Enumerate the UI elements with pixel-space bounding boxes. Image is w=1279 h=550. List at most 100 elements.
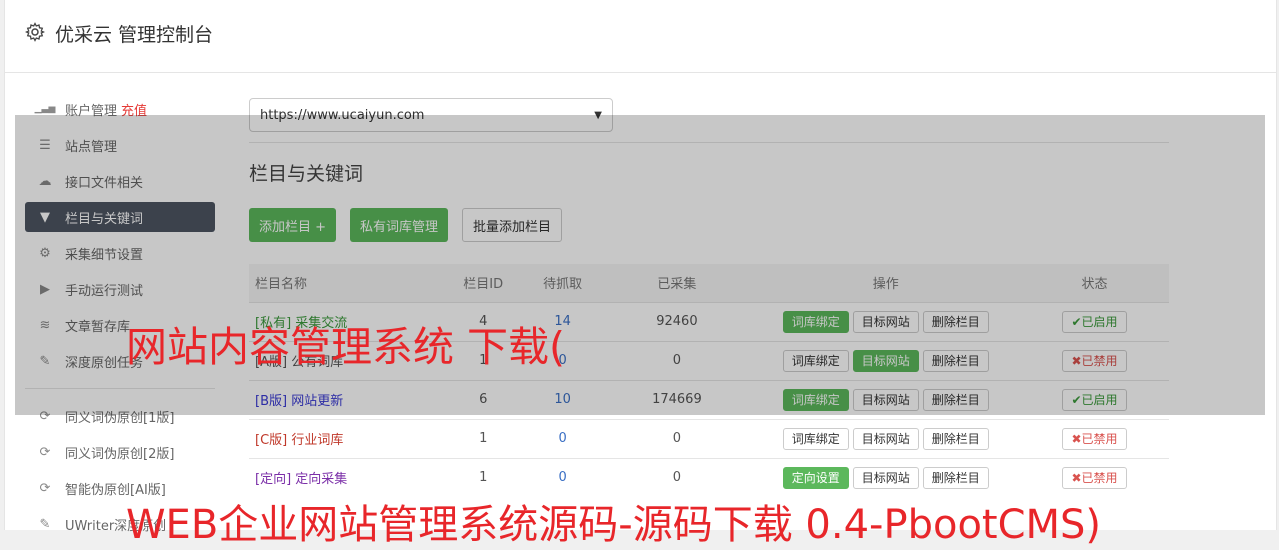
delete-column-button[interactable]: 删除栏目 <box>922 466 989 489</box>
sidebar-item-label: 文章暂存库 <box>65 319 131 335</box>
collected-count: 0 <box>672 431 682 446</box>
server-icon: ☰ <box>39 137 51 153</box>
sidebar-item-label: 站点管理 <box>65 139 118 155</box>
cogs-icon: ⚙ <box>39 245 51 261</box>
sidebar-item[interactable]: ▼ 栏目与关键词 <box>25 202 215 232</box>
col-header-status: 状态 <box>1081 277 1108 293</box>
sidebar-divider <box>25 388 215 389</box>
column-id: 6 <box>479 392 488 407</box>
gear-icon <box>25 22 45 42</box>
columns-table: 栏目名称 栏目ID 待抓取 已采集 操作 状态 [私有] 采集交流 4 14 9… <box>249 264 1169 497</box>
site-select[interactable]: https://www.ucaiyun.com ▼ <box>249 98 613 132</box>
table-row: [C版] 行业词库 1 0 0 词库绑定 目标网站 删除栏目 ✖已禁用 <box>249 419 1169 458</box>
private-lexicon-button[interactable]: 私有词库管理 <box>350 208 449 242</box>
refresh-icon: ⟳ <box>39 444 51 460</box>
divider <box>249 142 1169 143</box>
status-cell: ✔已启用 <box>1020 302 1169 341</box>
column-id: 1 <box>479 431 488 446</box>
watermark-text: 网站内容管理系统 下载( <box>126 323 566 371</box>
col-header-collected: 已采集 <box>657 277 697 293</box>
status-cell: ✔已启用 <box>1020 380 1169 419</box>
site-select-value: https://www.ucaiyun.com <box>260 107 425 123</box>
database-icon: ≋ <box>39 317 51 333</box>
target-site-button[interactable]: 目标网站 <box>852 349 919 372</box>
column-name[interactable]: 定向采集 <box>295 472 347 487</box>
ops-cell: 词库绑定 目标网站 删除栏目 <box>751 419 1020 458</box>
status-cell: ✖已禁用 <box>1020 341 1169 380</box>
sidebar-item[interactable]: ☰ 站点管理 <box>25 130 215 160</box>
console-frame: 优采云 管理控制台 ▁▃▅ 账户管理 充值 ☰ 站点管理 ☁ 接口文件相关 ▼ 栏目与关键词 ⚙ 采… <box>4 0 1277 534</box>
sidebar-item[interactable]: ⚙ 采集细节设置 <box>25 238 215 268</box>
ops-cell: 词库绑定 目标网站 删除栏目 <box>751 302 1020 341</box>
filter-icon: ▼ <box>40 209 50 225</box>
sidebar-item[interactable]: ⟳ 同义词伪原创[2版] <box>25 437 215 467</box>
col-header-ops: 操作 <box>872 277 899 293</box>
sidebar-item[interactable]: ▶ 手动运行测试 <box>25 274 215 304</box>
lexicon-bind-button[interactable]: 词库绑定 <box>782 349 849 372</box>
table-row: [B版] 网站更新 6 10 174669 词库绑定 目标网站 删除栏目 ✔已启… <box>249 380 1169 419</box>
ops-cell: 词库绑定 目标网站 删除栏目 <box>751 341 1020 380</box>
section-title: 栏目与关键词 <box>249 163 364 185</box>
header: 优采云 管理控制台 <box>5 0 1276 73</box>
collected-count: 174669 <box>652 392 702 407</box>
target-site-button[interactable]: 目标网站 <box>852 310 919 333</box>
recharge-link[interactable]: 充值 <box>121 100 147 119</box>
status-badge[interactable]: ✖已禁用 <box>1062 466 1127 489</box>
pending-count[interactable]: 0 <box>523 419 602 458</box>
refresh-icon: ⟳ <box>39 408 51 424</box>
sidebar-item-label: 采集细节设置 <box>65 247 144 263</box>
sidebar-item-label: 接口文件相关 <box>65 175 144 191</box>
status-badge[interactable]: ✔已启用 <box>1062 310 1127 333</box>
sidebar-item[interactable]: ⟳ 同义词伪原创[1版] <box>25 401 215 431</box>
collected-count: 92460 <box>656 314 698 329</box>
sidebar-item-label: 栏目与关键词 <box>65 211 144 227</box>
page-title: 优采云 管理控制台 <box>55 24 214 46</box>
status-cell: ✖已禁用 <box>1020 419 1169 458</box>
lexicon-bind-button[interactable]: 词库绑定 <box>782 310 849 333</box>
status-badge[interactable]: ✖已禁用 <box>1062 427 1127 450</box>
cloud-upload-icon: ☁ <box>38 173 52 189</box>
sidebar-item-label: 同义词伪原创[1版] <box>65 410 175 426</box>
chevron-down-icon: ▼ <box>594 109 602 121</box>
lexicon-bind-button[interactable]: 定向设置 <box>782 466 849 489</box>
status-badge[interactable]: ✖已禁用 <box>1062 349 1127 372</box>
collected-count: 0 <box>672 353 682 368</box>
bar-chart-icon: ▁▃▅ <box>34 104 56 114</box>
delete-column-button[interactable]: 删除栏目 <box>922 388 989 411</box>
sidebar-item-label: 同义词伪原创[2版] <box>65 446 175 462</box>
column-name-cell: [C版] 行业词库 <box>249 419 444 458</box>
column-tag: [B版] <box>255 394 288 409</box>
delete-column-button[interactable]: 删除栏目 <box>922 349 989 372</box>
edit-icon: ✎ <box>39 353 51 369</box>
status-badge[interactable]: ✔已启用 <box>1062 388 1127 411</box>
play-circle-icon: ▶ <box>40 281 50 297</box>
target-site-button[interactable]: 目标网站 <box>852 427 919 450</box>
pending-count[interactable]: 10 <box>523 380 602 419</box>
action-buttons: 添加栏目 + 私有词库管理 批量添加栏目 <box>249 208 1169 242</box>
sidebar-item-label: 账户管理 <box>65 103 118 119</box>
column-name[interactable]: 行业词库 <box>291 433 343 448</box>
add-column-button[interactable]: 添加栏目 + <box>249 208 337 242</box>
lexicon-bind-button[interactable]: 词库绑定 <box>782 388 849 411</box>
ops-cell: 词库绑定 目标网站 删除栏目 <box>751 380 1020 419</box>
col-header-pending: 待抓取 <box>543 277 583 293</box>
batch-add-button[interactable]: 批量添加栏目 <box>462 208 563 242</box>
col-header-id: 栏目ID <box>463 277 504 293</box>
sidebar-item[interactable]: ☁ 接口文件相关 <box>25 166 215 196</box>
column-tag: [C版] <box>255 433 288 448</box>
column-tag: [定向] <box>255 472 292 488</box>
table-header-row: 栏目名称 栏目ID 待抓取 已采集 操作 状态 <box>249 264 1169 302</box>
watermark-text: WEB企业网站管理系统源码-源码下载 0.4-PbootCMS) <box>126 502 1102 548</box>
target-site-button[interactable]: 目标网站 <box>852 466 919 489</box>
target-site-button[interactable]: 目标网站 <box>852 388 919 411</box>
delete-column-button[interactable]: 删除栏目 <box>922 427 989 450</box>
sidebar-item[interactable]: ▁▃▅ 账户管理 充值 <box>25 94 215 124</box>
sidebar-item-label: 手动运行测试 <box>65 283 144 299</box>
col-header-name: 栏目名称 <box>255 277 308 293</box>
column-name[interactable]: 网站更新 <box>291 394 343 409</box>
lexicon-bind-button[interactable]: 词库绑定 <box>782 427 849 450</box>
column-name-cell: [B版] 网站更新 <box>249 380 444 419</box>
delete-column-button[interactable]: 删除栏目 <box>922 310 989 333</box>
main-content: https://www.ucaiyun.com ▼ 栏目与关键词 添加栏目 + … <box>249 98 1169 497</box>
refresh-icon: ⟳ <box>39 480 51 496</box>
